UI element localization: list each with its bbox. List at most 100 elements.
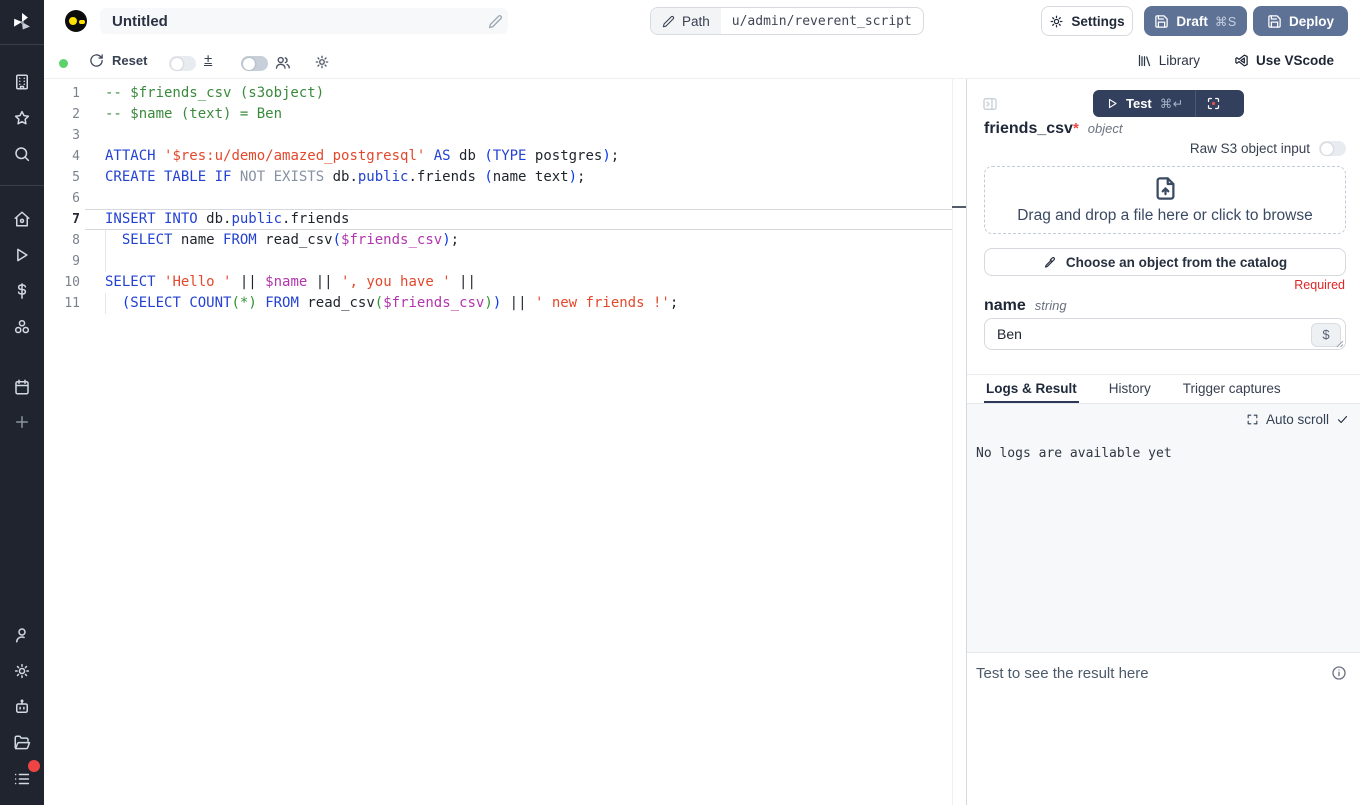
draft-shortcut: ⌘S (1215, 14, 1237, 29)
choose-object-catalog-button[interactable]: Choose an object from the catalog (984, 248, 1346, 276)
test-shortcut: ⌘↵ (1160, 96, 1184, 111)
resize-handle[interactable] (1336, 340, 1344, 348)
save-icon (1154, 14, 1169, 29)
top-bar: Untitled Path u/admin/reverent_script Se… (44, 0, 1360, 42)
status-dot (59, 59, 68, 68)
code-line[interactable]: 11 (SELECT COUNT(*) FROM read_csv($frien… (44, 293, 966, 314)
required-hint: Required (1294, 278, 1345, 292)
info-icon[interactable] (1331, 665, 1347, 681)
play-icon (1106, 97, 1119, 110)
collapse-panel-icon[interactable] (982, 96, 998, 112)
windmill-logo-icon[interactable] (11, 11, 33, 33)
left-sidebar (0, 0, 44, 805)
line-number: 1 (44, 83, 80, 104)
line-number: 6 (44, 188, 80, 209)
deploy-button[interactable]: Deploy (1253, 6, 1348, 36)
edit-title-pencil-icon[interactable] (488, 14, 503, 29)
reset-icon (89, 53, 104, 68)
collab-mode-toggle[interactable] (241, 56, 268, 71)
reset-button[interactable]: Reset (89, 53, 147, 68)
line-number: 3 (44, 125, 80, 146)
logs-area: Auto scroll No logs are available yet (967, 404, 1360, 652)
settings-button[interactable]: Settings (1041, 6, 1133, 36)
library-icon (1137, 53, 1152, 68)
plus-minus-icon: ± (204, 51, 212, 68)
tab-history[interactable]: History (1107, 375, 1153, 403)
add-plus-icon[interactable] (11, 411, 33, 433)
expand-icon[interactable] (1246, 413, 1259, 426)
draft-label: Draft (1176, 14, 1208, 29)
code-line[interactable]: 8 SELECT name FROM read_csv($friends_csv… (44, 230, 966, 251)
line-number: 10 (44, 272, 80, 293)
variables-dollar-icon[interactable] (11, 280, 33, 302)
content-area: 1-- $friends_csv (s3object)2-- $name (te… (44, 79, 1360, 805)
path-edit-button[interactable]: Path (651, 8, 721, 34)
editor-scrollbar[interactable] (952, 79, 953, 805)
workspace-icon[interactable] (11, 71, 33, 93)
capture-icon[interactable] (1206, 96, 1221, 111)
dropzone-label: Drag and drop a file here or click to br… (1017, 207, 1313, 225)
code-line[interactable]: 5CREATE TABLE IF NOT EXISTS db.public.fr… (44, 167, 966, 188)
diff-mode-toggle[interactable] (169, 56, 196, 71)
sidebar-divider (0, 44, 44, 45)
test-button[interactable]: Test ⌘↵ (1093, 90, 1244, 117)
code-line[interactable]: 2-- $name (text) = Ben (44, 104, 966, 125)
user-icon[interactable] (11, 624, 33, 646)
raw-s3-label: Raw S3 object input (1190, 141, 1310, 156)
draft-button[interactable]: Draft ⌘S (1144, 6, 1247, 36)
code-lines[interactable]: 1-- $friends_csv (s3object)2-- $name (te… (44, 79, 966, 314)
line-number: 9 (44, 251, 80, 272)
raw-s3-row: Raw S3 object input (1190, 141, 1346, 156)
script-title: Untitled (112, 13, 168, 30)
argument-friends-csv: friends_csv* object (984, 120, 1122, 138)
name-input[interactable] (985, 319, 1305, 349)
required-asterisk: * (1073, 120, 1079, 137)
ai-bot-icon[interactable] (11, 696, 33, 718)
vscode-label: Use VScode (1256, 53, 1334, 68)
code-line[interactable]: 10SELECT 'Hello ' || $name || ', you hav… (44, 272, 966, 293)
name-input-wrapper: $ (984, 318, 1346, 350)
settings-label: Settings (1071, 14, 1124, 29)
script-title-input[interactable]: Untitled (100, 8, 508, 34)
search-icon[interactable] (11, 143, 33, 165)
schedules-calendar-icon[interactable] (11, 376, 33, 398)
tab-logs-result[interactable]: Logs & Result (984, 375, 1079, 403)
runs-play-icon[interactable] (11, 244, 33, 266)
editor-toolbar: Reset ± Library Use VScode (44, 42, 1360, 79)
editor-settings-gear-icon[interactable] (314, 54, 330, 70)
folders-icon[interactable] (11, 732, 33, 754)
settings-gear-icon[interactable] (11, 660, 33, 682)
save-icon (1267, 14, 1282, 29)
duckdb-language-icon (65, 10, 87, 32)
favorites-star-icon[interactable] (11, 107, 33, 129)
file-dropzone[interactable]: Drag and drop a file here or click to br… (984, 166, 1346, 234)
line-number: 4 (44, 146, 80, 167)
indent-guide (105, 230, 106, 272)
code-line[interactable]: 6 (44, 188, 966, 209)
raw-s3-toggle[interactable] (1319, 141, 1346, 156)
line-number: 11 (44, 293, 80, 314)
path-control[interactable]: Path u/admin/reverent_script (650, 7, 924, 35)
resources-icon[interactable] (11, 316, 33, 338)
vscode-icon (1234, 53, 1249, 68)
code-editor[interactable]: 1-- $friends_csv (s3object)2-- $name (te… (44, 79, 966, 805)
overview-ruler-cursor (952, 206, 966, 208)
library-button[interactable]: Library (1137, 53, 1200, 68)
autoscroll-control[interactable]: Auto scroll (1246, 412, 1349, 427)
tab-trigger-captures[interactable]: Trigger captures (1181, 375, 1283, 403)
users-icon[interactable] (274, 54, 291, 71)
code-line[interactable]: 1-- $friends_csv (s3object) (44, 83, 966, 104)
path-value: u/admin/reverent_script (721, 8, 923, 34)
file-upload-icon (1152, 175, 1179, 202)
button-divider (1195, 90, 1196, 117)
sidebar-divider (0, 185, 44, 186)
field-type: object (1088, 121, 1123, 136)
notification-dot (28, 760, 40, 772)
code-line[interactable]: 3 (44, 125, 966, 146)
code-line[interactable]: 9 (44, 251, 966, 272)
audit-logs-list-icon[interactable] (11, 768, 33, 790)
argument-name: name string (984, 297, 1067, 315)
use-vscode-button[interactable]: Use VScode (1234, 53, 1334, 68)
code-line[interactable]: 4ATTACH '$res:u/demo/amazed_postgresql' … (44, 146, 966, 167)
home-icon[interactable] (11, 208, 33, 230)
